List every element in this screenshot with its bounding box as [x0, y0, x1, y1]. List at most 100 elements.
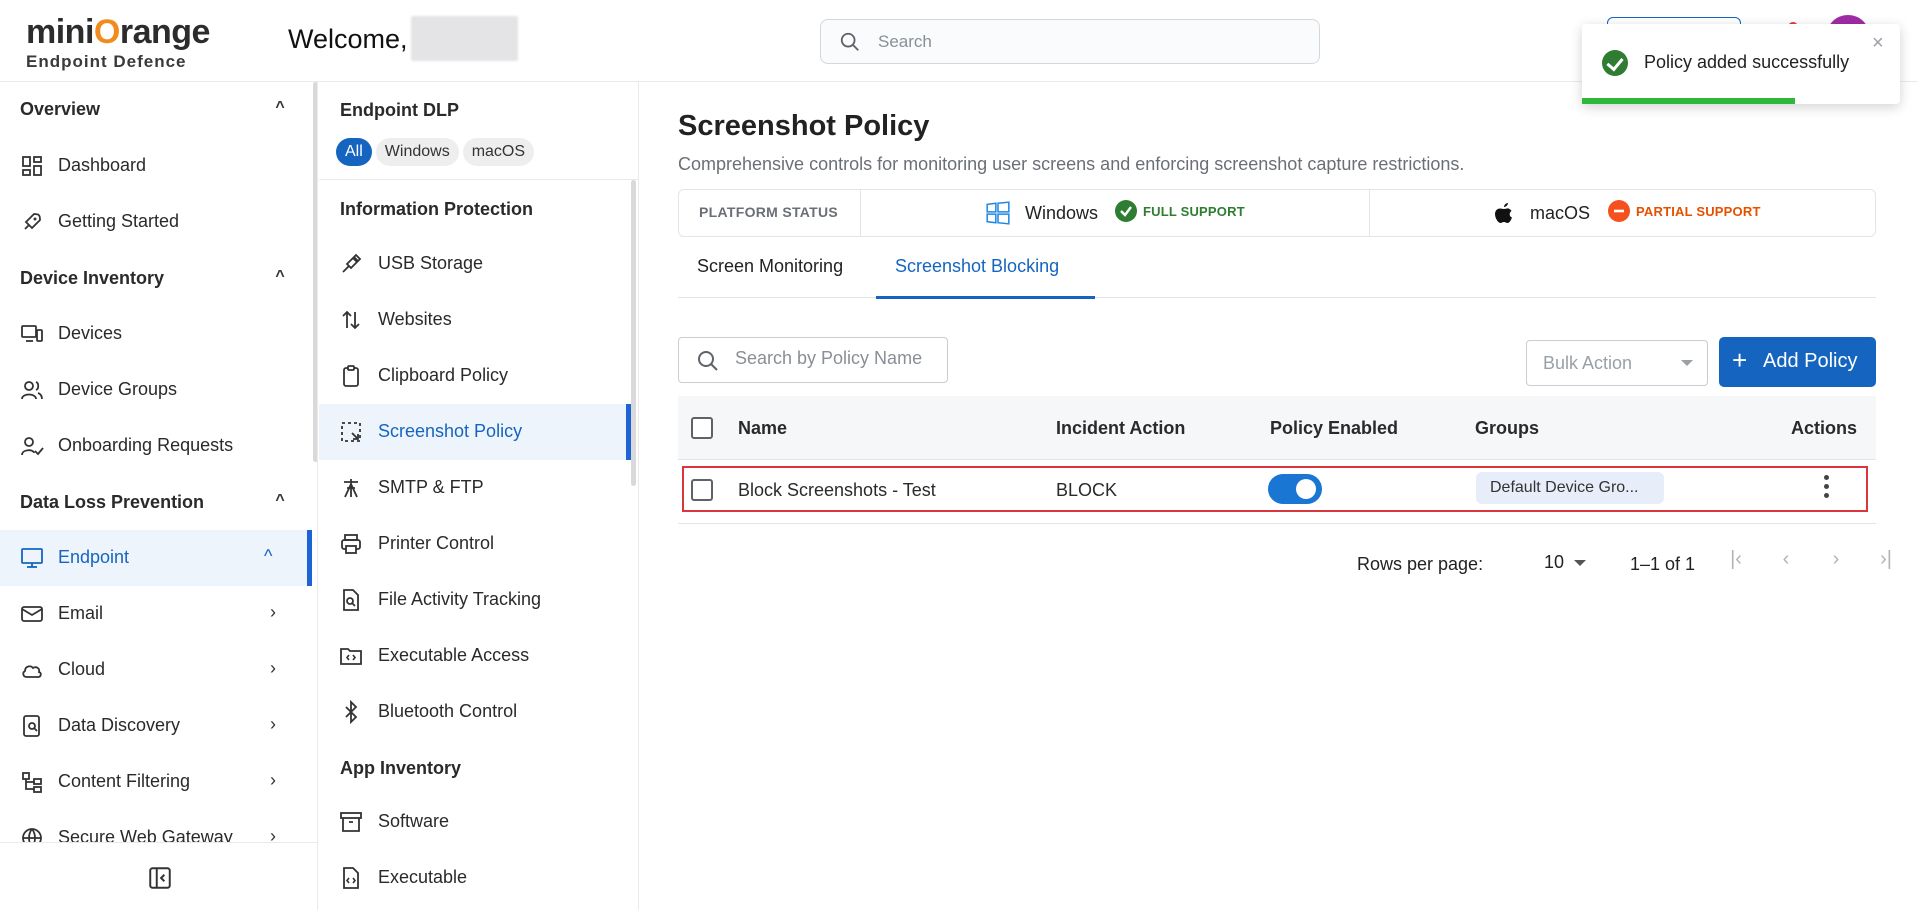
- select-all-checkbox[interactable]: [691, 417, 713, 439]
- policy-enabled-toggle[interactable]: [1268, 474, 1322, 504]
- check-circle-icon: [1602, 50, 1628, 76]
- file-code-icon: [343, 867, 359, 889]
- sidebar-item-label: Devices: [58, 323, 123, 343]
- sidebar-item-content-filtering[interactable]: Content Filtering ›: [0, 754, 312, 810]
- sidebar-item-dashboard[interactable]: Dashboard: [0, 138, 312, 194]
- sidebar-section-dlp[interactable]: Data Loss Prevention ^: [20, 492, 290, 513]
- sidebar-item-endpoint[interactable]: Endpoint ^: [0, 530, 312, 586]
- sidebar-item-label: Onboarding Requests: [58, 435, 234, 455]
- main-content: Screenshot Policy Comprehensive controls…: [640, 82, 1918, 910]
- rows-per-page-select[interactable]: 10: [1544, 552, 1586, 573]
- policy-name[interactable]: Block Screenshots - Test: [738, 480, 936, 501]
- col-header-incident-action[interactable]: Incident Action: [1056, 418, 1185, 439]
- check-circle-icon: [1115, 200, 1137, 222]
- col-header-name[interactable]: Name: [738, 418, 787, 439]
- panel-item-clipboard-policy[interactable]: Clipboard Policy: [319, 348, 631, 404]
- next-page-icon[interactable]: ›: [1821, 548, 1851, 578]
- sidebar-item-cloud[interactable]: Cloud ›: [0, 642, 312, 698]
- bulk-action-label: Bulk Action: [1543, 353, 1633, 373]
- policy-search-field[interactable]: [678, 337, 948, 383]
- chevron-right-icon: ›: [270, 658, 276, 678]
- endpoint-dlp-panel: Endpoint DLP All Windows macOS Information…: [319, 82, 639, 910]
- platform-windows: Windows FULL SUPPORT: [861, 190, 1370, 236]
- panel-item-screenshot-policy[interactable]: Screenshot Policy: [319, 404, 631, 460]
- macos-label: macOS: [1530, 203, 1591, 223]
- sidebar-section-device-inventory[interactable]: Device Inventory ^: [20, 268, 290, 289]
- divider: [319, 179, 638, 180]
- page-title: Screenshot Policy: [678, 110, 930, 142]
- badge-text: PARTIAL SUPPORT: [1636, 204, 1761, 219]
- success-toast: Policy added successfully ×: [1582, 24, 1900, 104]
- chip-macos[interactable]: macOS: [462, 138, 535, 166]
- search-placeholder: Search: [878, 32, 932, 51]
- tab-screenshot-blocking[interactable]: Screenshot Blocking: [876, 242, 1095, 299]
- sidebar-item-devices[interactable]: Devices: [0, 306, 312, 362]
- panel-item-bluetooth-control[interactable]: Bluetooth Control: [319, 684, 631, 740]
- col-header-actions: Actions: [1791, 418, 1858, 438]
- panel-scrollbar[interactable]: [631, 180, 636, 486]
- sidebar-item-onboarding-requests[interactable]: Onboarding Requests: [0, 418, 312, 474]
- panel-item-label: USB Storage: [378, 253, 484, 273]
- row-checkbox[interactable]: [691, 479, 713, 501]
- dashboard-icon: [22, 156, 42, 176]
- panel-item-printer-control[interactable]: Printer Control: [319, 516, 631, 572]
- search-icon: [698, 351, 718, 371]
- policy-search-input[interactable]: [735, 348, 935, 369]
- sidebar-item-label: Content Filtering: [58, 771, 191, 791]
- sidebar-scrollbar[interactable]: [313, 82, 317, 462]
- chevron-right-icon: ›: [270, 770, 276, 790]
- col-header-policy-enabled[interactable]: Policy Enabled: [1270, 418, 1398, 439]
- sidebar-section-overview[interactable]: Overview ^: [20, 99, 290, 120]
- main-sidebar: Overview ^ Dashboard Getting Started Dev…: [0, 82, 318, 910]
- last-page-icon[interactable]: ›|: [1871, 548, 1901, 578]
- logo-subtitle: Endpoint Defence: [26, 52, 187, 71]
- chip-windows[interactable]: Windows: [375, 138, 459, 166]
- table-pagination: Rows per page: 10 1–1 of 1 |‹ ‹ › ›|: [678, 542, 1892, 582]
- sidebar-item-data-discovery[interactable]: Data Discovery ›: [0, 698, 312, 754]
- panel-item-executable-access[interactable]: Executable Access: [319, 628, 631, 684]
- windows-label: Windows: [1025, 203, 1099, 223]
- sidebar-item-device-groups[interactable]: Device Groups: [0, 362, 312, 418]
- panel-item-label: Screenshot Policy: [378, 421, 523, 441]
- first-page-icon[interactable]: |‹: [1721, 548, 1751, 578]
- sidebar-item-email[interactable]: Email ›: [0, 586, 312, 642]
- panel-item-software[interactable]: Software: [319, 794, 631, 850]
- arrows-icon: [342, 310, 360, 330]
- prev-page-icon[interactable]: ‹: [1771, 548, 1801, 578]
- panel-item-websites[interactable]: Websites: [319, 292, 631, 348]
- chevron-up-icon: ^: [275, 268, 285, 285]
- sidebar-item-getting-started[interactable]: Getting Started: [0, 194, 312, 250]
- platform-filter-chips: All Windows macOS: [336, 138, 538, 166]
- logo-text-mini: mini: [26, 13, 94, 51]
- chip-all[interactable]: All: [336, 138, 372, 166]
- more-actions-icon[interactable]: [1823, 475, 1831, 502]
- users-icon: [21, 381, 43, 400]
- panel-item-label: Printer Control: [378, 533, 495, 553]
- discovery-icon: [23, 715, 40, 737]
- collapse-sidebar-icon[interactable]: [147, 865, 173, 891]
- incident-action: BLOCK: [1056, 480, 1118, 500]
- archive-icon: [340, 812, 362, 832]
- col-header-groups[interactable]: Groups: [1475, 418, 1539, 439]
- panel-item-file-activity-tracking[interactable]: File Activity Tracking: [319, 572, 631, 628]
- panel-item-usb-storage[interactable]: USB Storage: [319, 236, 631, 292]
- global-search[interactable]: Search: [820, 19, 1320, 64]
- miniorange-logo[interactable]: miniOrange Endpoint Defence: [26, 13, 210, 72]
- table-header: Name Incident Action Policy Enabled Grou…: [678, 396, 1876, 460]
- printer-icon: [341, 534, 361, 554]
- rows-per-page-value: 10: [1544, 552, 1565, 572]
- sidebar-item-label: Email: [58, 603, 104, 623]
- sidebar-item-label: Dashboard: [58, 155, 147, 175]
- add-policy-button[interactable]: + Add Policy: [1719, 337, 1876, 387]
- panel-item-smtp-ftp[interactable]: SMTP & FTP: [319, 460, 631, 516]
- close-icon[interactable]: ×: [1872, 32, 1884, 55]
- bulk-action-select[interactable]: Bulk Action: [1526, 340, 1708, 386]
- panel-item-executable[interactable]: Executable: [319, 850, 631, 906]
- page-description: Comprehensive controls for monitoring us…: [678, 154, 1465, 174]
- panel-title: Endpoint DLP: [340, 100, 459, 120]
- chevron-right-icon: ›: [270, 602, 276, 622]
- platform-status-label: PLATFORM STATUS: [679, 190, 861, 236]
- panel-item-label: Executable Access: [378, 645, 530, 665]
- tab-screen-monitoring[interactable]: Screen Monitoring: [697, 242, 869, 298]
- table-row[interactable]: Block Screenshots - Test BLOCK Default D…: [678, 460, 1876, 524]
